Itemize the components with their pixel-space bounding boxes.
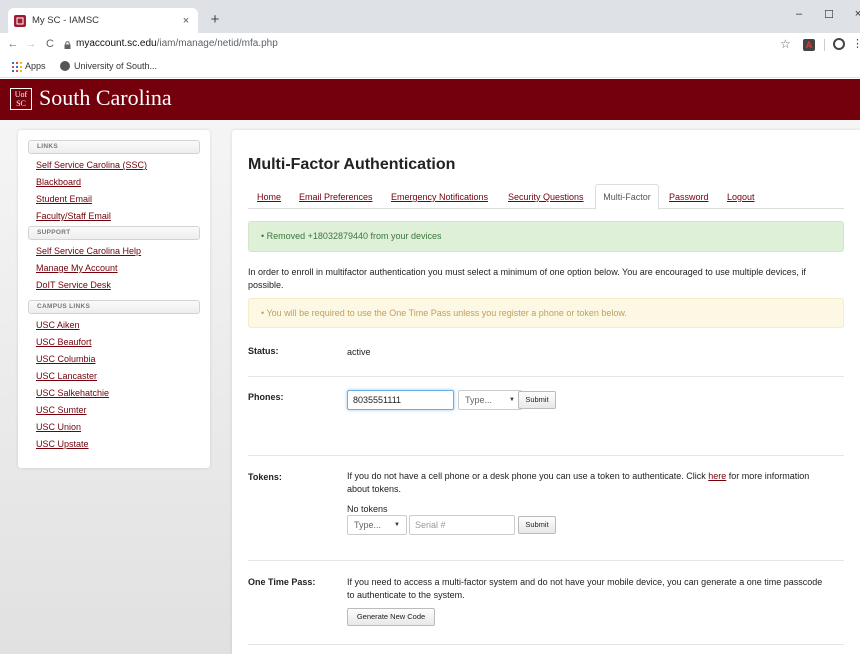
divider [248,560,844,561]
tab-multi-factor[interactable]: Multi-Factor [595,184,659,210]
warning-alert: • You will be required to use the One Ti… [248,298,844,328]
divider [248,644,844,645]
tab-logout[interactable]: Logout [727,192,755,202]
site-title[interactable]: South Carolina [39,85,172,111]
sidebar-link[interactable]: USC Upstate [28,436,200,453]
usc-favicon-icon [14,14,26,27]
sidebar-link[interactable]: Self Service Carolina (SSC) [28,157,200,174]
tab-title: My SC - IAMSC [32,15,100,26]
tokens-description: If you do not have a cell phone or a des… [347,470,827,496]
globe-icon [60,61,70,71]
phone-type-select[interactable]: Type... ▼ [458,390,522,410]
usc-logo[interactable]: Uof SC [10,88,32,110]
divider [248,455,844,456]
status-label: Status: [248,346,279,356]
divider [248,376,844,377]
main-panel: Multi-Factor Authentication Home Email P… [232,130,860,654]
sidebar-link[interactable]: USC Sumter [28,402,200,419]
tokens-description-start: If you do not have a cell phone or a des… [347,471,709,481]
sidebar-link[interactable]: USC Lancaster [28,368,200,385]
intro-text: In order to enroll in multifactor authen… [248,267,806,290]
sidebar-link[interactable]: Manage My Account [28,260,200,277]
tokens-here-link[interactable]: here [708,471,726,481]
tab-close-icon[interactable]: × [180,15,192,27]
logo-text-top: Uof [14,90,28,99]
tab-emergency-notifications[interactable]: Emergency Notifications [391,192,488,202]
generate-code-button[interactable]: Generate New Code [347,608,435,626]
pdf-extension-icon[interactable]: A [803,39,815,51]
bookmarks-bar: Apps University of South... [0,56,860,78]
window-close-button[interactable]: × [851,8,860,20]
sidebar-heading-links: LINKS [28,140,200,154]
sidebar-link[interactable]: USC Aiken [28,317,200,334]
apps-grid-icon[interactable] [12,62,22,72]
bookmark-university[interactable]: University of South... [74,61,157,71]
bookmark-star-icon[interactable]: ☆ [780,37,791,51]
tab-security-questions[interactable]: Security Questions [508,192,584,202]
tab-email-preferences[interactable]: Email Preferences [299,192,373,202]
forward-arrow-icon[interactable]: → [24,38,38,50]
toolbar-divider [824,39,825,51]
logo-text-bottom: SC [16,99,26,108]
token-submit-button[interactable]: Submit [518,516,556,534]
phone-type-select-value: Type... [465,395,493,405]
bookmark-apps[interactable]: Apps [25,61,46,71]
tab-password[interactable]: Password [669,192,709,202]
sidebar-link[interactable]: Self Service Carolina Help [28,243,200,260]
sidebar-heading-support: SUPPORT [28,226,200,240]
token-type-select-value: Type... [354,520,382,530]
profile-icon[interactable] [833,38,845,50]
sidebar-link[interactable]: USC Salkehatchie [28,385,200,402]
sidebar-link[interactable]: Faculty/Staff Email [28,208,200,225]
serial-number-input[interactable]: Serial # [409,515,515,535]
otp-label: One Time Pass: [248,577,316,587]
url-path: /iam/manage/netid/mfa.php [156,38,278,49]
nav-tabs: Home Email Preferences Emergency Notific… [248,184,844,210]
phone-number-input[interactable]: 8035551111 [347,390,454,410]
sidebar: LINKS Self Service Carolina (SSC) Blackb… [18,130,210,468]
new-tab-button[interactable]: + [206,11,224,29]
phones-label: Phones: [248,392,284,402]
sidebar-link[interactable]: USC Beaufort [28,334,200,351]
page-title: Multi-Factor Authentication [248,156,456,173]
tab-home[interactable]: Home [257,192,281,202]
phone-submit-button[interactable]: Submit [518,391,556,409]
sidebar-heading-campus: CAMPUS LINKS [28,300,200,314]
lock-icon [64,41,71,49]
sidebar-link[interactable]: USC Union [28,419,200,436]
browser-toolbar: ← → C myaccount.sc.edu/iam/manage/netid/… [0,33,860,56]
reload-icon[interactable]: C [43,38,57,50]
url-host: myaccount.sc.edu [76,38,157,49]
browser-tabstrip: My SC - IAMSC × + – ☐ × [0,0,860,33]
browser-tab[interactable]: My SC - IAMSC × [8,8,198,33]
site-header: Uof SC South Carolina [0,79,860,120]
sidebar-link[interactable]: DoIT Service Desk [28,277,200,294]
token-type-select[interactable]: Type... ▼ [347,515,407,535]
tokens-label: Tokens: [248,472,282,482]
menu-kebab-icon[interactable]: ⋮ [852,37,860,50]
chevron-down-icon: ▼ [394,522,400,528]
minimize-button[interactable]: – [792,8,806,20]
status-value: active [347,347,371,357]
success-alert: • Removed +18032879440 from your devices [248,221,844,252]
maximize-button[interactable]: ☐ [822,8,836,21]
sidebar-link[interactable]: USC Columbia [28,351,200,368]
sidebar-link[interactable]: Student Email [28,191,200,208]
address-bar[interactable]: myaccount.sc.edu/iam/manage/netid/mfa.ph… [76,38,278,49]
chevron-down-icon: ▼ [509,397,515,403]
otp-description: If you need to access a multi-factor sys… [347,577,823,600]
sidebar-link[interactable]: Blackboard [28,174,200,191]
back-arrow-icon[interactable]: ← [6,38,20,50]
